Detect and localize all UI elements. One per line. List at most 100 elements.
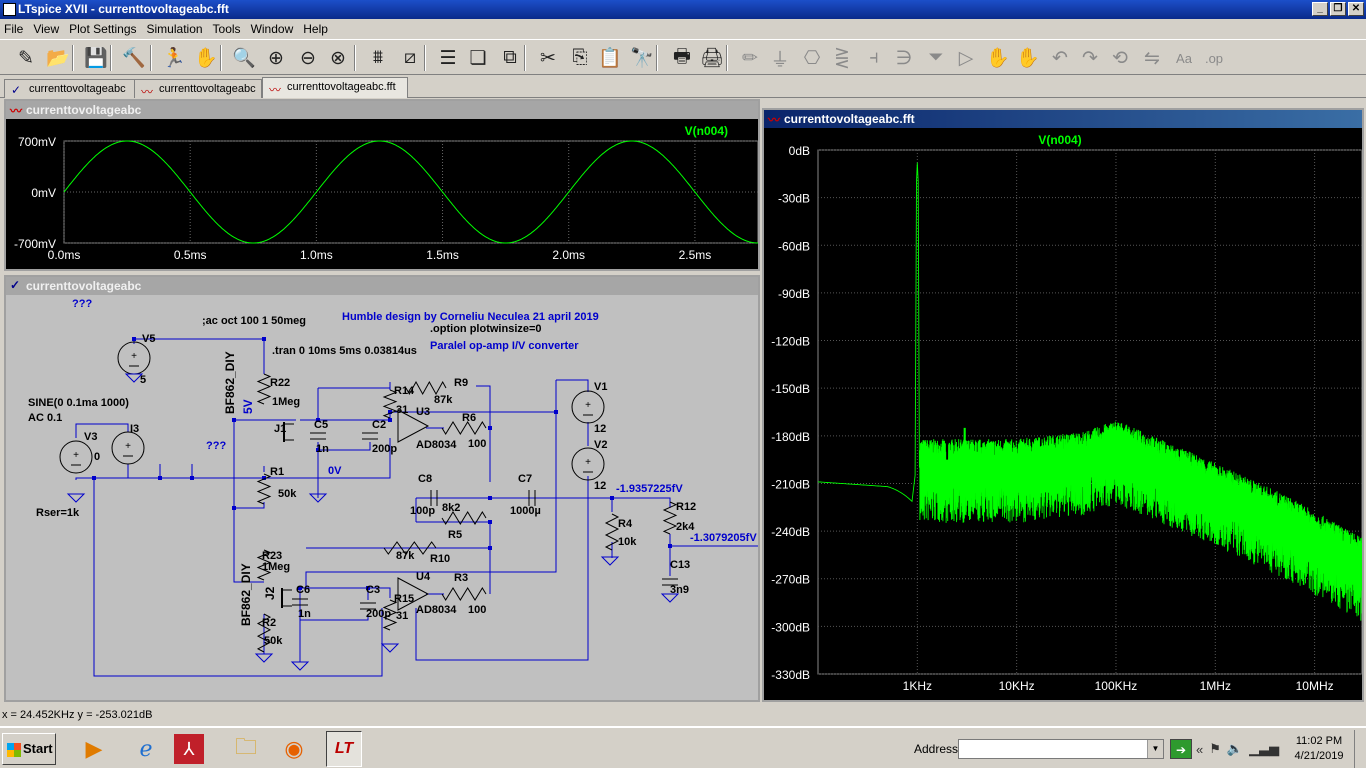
- schematic-label[interactable]: 87k: [396, 550, 415, 562]
- mirror-icon[interactable]: ⇋: [1138, 44, 1166, 72]
- schematic-label[interactable]: 200p: [372, 443, 397, 455]
- minimize-button[interactable]: _: [1312, 2, 1328, 16]
- schematic-label[interactable]: 8k2: [442, 502, 460, 514]
- schematic-label[interactable]: R22: [270, 377, 290, 389]
- control-panel-icon[interactable]: 🔨: [120, 44, 148, 72]
- menu-plot-settings[interactable]: Plot Settings: [69, 22, 136, 36]
- new-schematic-icon[interactable]: ✎: [12, 44, 40, 72]
- draw-wire-icon[interactable]: ✏: [736, 44, 764, 72]
- schematic-label[interactable]: ???: [206, 440, 226, 452]
- schematic-label-vertical[interactable]: J2: [263, 586, 277, 600]
- cut-icon[interactable]: ✂: [534, 44, 562, 72]
- print-icon[interactable]: 🖶: [668, 44, 696, 72]
- current-source-i3[interactable]: +: [111, 431, 145, 465]
- schematic-label[interactable]: C2: [372, 419, 386, 431]
- schematic-label[interactable]: 31: [396, 610, 408, 622]
- schematic-label[interactable]: 1000µ: [510, 505, 541, 517]
- zoom-fit-icon[interactable]: ⊗: [324, 44, 352, 72]
- diode-icon[interactable]: ⏷: [922, 44, 950, 72]
- voltage-source-v3[interactable]: +: [59, 440, 93, 474]
- start-button[interactable]: Start: [2, 733, 56, 765]
- schematic-label-vertical[interactable]: BF862_DIY: [223, 351, 237, 414]
- zoom-out-icon[interactable]: ⊖: [294, 44, 322, 72]
- halt-icon[interactable]: ✋: [192, 44, 220, 72]
- schematic-label[interactable]: C3: [366, 584, 380, 596]
- redo-icon[interactable]: ↷: [1076, 44, 1104, 72]
- schematic-label[interactable]: 100p: [410, 505, 435, 517]
- text-icon[interactable]: Aa: [1170, 44, 1198, 72]
- schematic-label[interactable]: R2: [262, 617, 276, 629]
- schematic-label[interactable]: 100: [468, 438, 486, 450]
- schematic-label[interactable]: AD8034: [416, 439, 457, 451]
- schematic-label[interactable]: U3: [416, 406, 430, 418]
- schematic-pane[interactable]: ✓ currenttovoltageabc + + + + +??? ;ac oct 100…: [4, 275, 760, 702]
- tile-vertical-icon[interactable]: ⧉: [496, 44, 524, 72]
- schematic-label[interactable]: C8: [418, 473, 432, 485]
- signal-icon[interactable]: ▁▃▅: [1249, 741, 1279, 757]
- schematic-label[interactable]: R15: [394, 593, 414, 605]
- schematic-label[interactable]: -1.9357225fV: [616, 483, 683, 495]
- schematic-label[interactable]: 31: [396, 404, 408, 416]
- schematic-label[interactable]: R4: [618, 518, 633, 530]
- ltspice-app-icon[interactable]: [3, 3, 16, 16]
- schematic-label[interactable]: C7: [518, 473, 532, 485]
- schematic-label[interactable]: Rser=1k: [36, 507, 80, 519]
- voltage-source-v5[interactable]: +: [117, 341, 151, 375]
- show-desktop-button[interactable]: [1354, 730, 1364, 768]
- network-flag-icon[interactable]: ⚑: [1209, 741, 1221, 757]
- tab-1[interactable]: ✓ currenttovoltageabc: [4, 79, 136, 98]
- schematic-label-vertical[interactable]: 5V: [241, 399, 255, 414]
- schematic-label[interactable]: 3n9: [670, 584, 689, 596]
- schematic-label[interactable]: J1: [274, 423, 286, 435]
- transient-pane-title[interactable]: 〰 currenttovoltageabc: [6, 101, 758, 119]
- inductor-icon[interactable]: ∋: [890, 44, 918, 72]
- label-net-icon[interactable]: ⎔: [798, 44, 826, 72]
- capacitor[interactable]: [310, 432, 326, 440]
- schematic-label[interactable]: R10: [430, 553, 450, 565]
- capacitor[interactable]: [362, 432, 378, 440]
- schematic-label[interactable]: Paralel op-amp I/V converter: [430, 340, 579, 352]
- copy-icon[interactable]: ⎘: [566, 44, 594, 72]
- menu-help[interactable]: Help: [303, 22, 328, 36]
- resistor[interactable]: [441, 587, 487, 601]
- restore-button[interactable]: ❐: [1330, 2, 1346, 16]
- menu-tools[interactable]: Tools: [213, 22, 241, 36]
- schematic-label[interactable]: 1Meg: [262, 561, 290, 573]
- print-setup-icon[interactable]: 🖨: [698, 44, 726, 72]
- schematic-label[interactable]: 200p: [366, 608, 391, 620]
- schematic-label[interactable]: 1Meg: [272, 396, 300, 408]
- autorange-icon[interactable]: ⩩: [364, 44, 392, 72]
- tab-2[interactable]: 〰 currenttovoltageabc: [134, 79, 262, 99]
- undo-icon[interactable]: ↶: [1046, 44, 1074, 72]
- schematic-label[interactable]: V2: [594, 439, 607, 451]
- schematic-label[interactable]: .option plotwinsize=0: [430, 323, 542, 335]
- schematic-label[interactable]: V3: [84, 431, 97, 443]
- zoom-in-icon[interactable]: ⊕: [262, 44, 290, 72]
- media-player-icon[interactable]: ▶: [76, 731, 112, 767]
- schematic-label[interactable]: ???: [72, 298, 92, 310]
- ground-icon[interactable]: ⏚: [766, 44, 794, 72]
- schematic-label[interactable]: C6: [296, 584, 310, 596]
- fft-chart[interactable]: 0dB -30dB -60dB -90dB -120dB -150dB -180dB -210…: [764, 128, 1362, 700]
- schematic-label[interactable]: 87k: [434, 394, 453, 406]
- schematic-label[interactable]: 50k: [278, 488, 297, 500]
- schematic-label[interactable]: 50k: [264, 635, 283, 647]
- schematic-label[interactable]: 0V: [328, 465, 342, 477]
- paste-icon[interactable]: 📋: [596, 44, 624, 72]
- volume-icon[interactable]: 🔈: [1227, 741, 1243, 757]
- jfet[interactable]: [281, 588, 292, 608]
- drag-icon[interactable]: ✋: [1014, 44, 1042, 72]
- schematic-label[interactable]: 12: [594, 423, 606, 435]
- legend-entry[interactable]: V(n004): [1038, 133, 1081, 147]
- schematic-label[interactable]: V1: [594, 381, 607, 393]
- tile-horizontal-icon[interactable]: ☰: [434, 44, 462, 72]
- menu-window[interactable]: Window: [251, 22, 294, 36]
- zoom-area-icon[interactable]: 🔍: [230, 44, 258, 72]
- internet-explorer-icon[interactable]: ℯ: [128, 731, 164, 767]
- schematic-label[interactable]: -1.3079205fV: [690, 532, 757, 544]
- schematic-label[interactable]: 1n: [298, 608, 311, 620]
- voltage-source-v2[interactable]: +: [571, 447, 605, 481]
- fft-plot-pane[interactable]: 〰 currenttovoltageabc.fft 0dB -30dB -60dB -9…: [762, 108, 1364, 702]
- component-icon[interactable]: ▷: [952, 44, 980, 72]
- pick-visible-icon[interactable]: ⧄: [396, 44, 424, 72]
